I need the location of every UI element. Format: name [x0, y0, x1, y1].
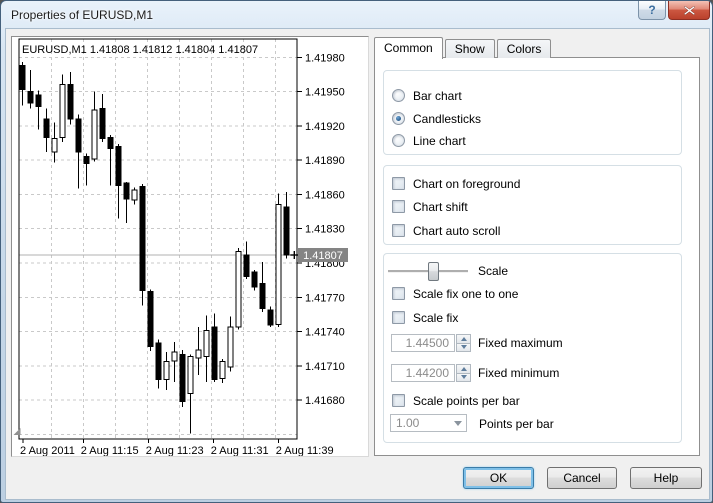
radio-label: Candlesticks [413, 112, 481, 126]
svg-text:2 Aug 11:15: 2 Aug 11:15 [81, 445, 139, 456]
checkbox-label: Scale fix one to one [413, 287, 518, 301]
check-row-scale-points-per-bar[interactable]: Scale points per bar [384, 391, 520, 410]
points-per-bar-combo[interactable]: 1.00 [390, 414, 467, 432]
tab-page-common: Bar chart Candlesticks Line chart Chart … [374, 57, 700, 456]
spin-down-button[interactable] [456, 374, 471, 383]
svg-text:2 Aug 2011: 2 Aug 2011 [20, 445, 75, 456]
checkbox-chart-shift[interactable] [392, 200, 405, 213]
checkbox-label: Scale points per bar [413, 394, 520, 408]
help-titlebar-button[interactable]: ? [638, 1, 666, 20]
spin-down-icon [461, 375, 467, 379]
close-icon [684, 6, 695, 15]
fixed-maximum-spinner[interactable] [456, 334, 471, 352]
check-row-scale-fix-one-to-one[interactable]: Scale fix one to one [384, 284, 518, 303]
spin-up-icon [461, 337, 467, 341]
fixed-maximum-row: 1.44500 [391, 334, 471, 352]
checkbox-scale-points-per-bar[interactable] [392, 394, 405, 407]
svg-text:1.41807: 1.41807 [303, 250, 343, 262]
tab-strip: Common Show Colors [374, 36, 553, 58]
spin-up-icon [461, 367, 467, 371]
checkbox-scale-fix[interactable] [392, 311, 405, 324]
checkbox-chart-on-foreground[interactable] [392, 177, 405, 190]
svg-text:1.41710: 1.41710 [305, 361, 345, 373]
display-options-group: Chart on foreground Chart shift Chart au… [383, 165, 682, 245]
radio-candlesticks[interactable] [392, 112, 405, 125]
fixed-minimum-row: 1.44200 [391, 364, 471, 382]
spin-down-button[interactable] [456, 344, 471, 353]
svg-text:1.41740: 1.41740 [305, 327, 345, 339]
tab-colors[interactable]: Colors [497, 39, 552, 58]
svg-text:2 Aug 11:23: 2 Aug 11:23 [146, 445, 204, 456]
help-button[interactable]: Help [630, 467, 702, 489]
spin-down-icon [461, 345, 467, 349]
radio-bar-chart[interactable] [392, 89, 405, 102]
title-bar[interactable]: Properties of EURUSD,M1 ? [1, 1, 712, 29]
svg-text:1.41920: 1.41920 [305, 121, 345, 133]
fixed-minimum-input[interactable]: 1.44200 [391, 364, 455, 382]
svg-text:EURUSD,M1 1.41808 1.41812 1.41: EURUSD,M1 1.41808 1.41812 1.41804 1.4180… [22, 44, 258, 56]
chart-panel[interactable]: 1.41980 1.41950 1.41920 1.41890 1.41860 1.418… [11, 36, 369, 457]
scale-group: Scale Scale fix one to one Scale fix 1.4… [383, 253, 682, 443]
fixed-maximum-label: Fixed maximum [478, 336, 563, 350]
chart-type-group: Bar chart Candlesticks Line chart [383, 70, 682, 155]
checkbox-label: Chart auto scroll [413, 224, 500, 238]
svg-text:2 Aug 11:39: 2 Aug 11:39 [276, 445, 334, 456]
svg-text:1.41860: 1.41860 [305, 189, 345, 201]
properties-dialog: Properties of EURUSD,M1 ? 1.41980 1.41950… [0, 0, 713, 503]
svg-text:1.41950: 1.41950 [305, 87, 345, 99]
question-mark-icon: ? [648, 3, 655, 17]
svg-text:1.41830: 1.41830 [305, 224, 345, 236]
checkbox-label: Scale fix [413, 311, 458, 325]
tab-show[interactable]: Show [445, 39, 495, 58]
svg-text:1.41680: 1.41680 [305, 395, 345, 407]
dialog-title: Properties of EURUSD,M1 [11, 8, 153, 22]
cancel-button[interactable]: Cancel [547, 467, 617, 489]
svg-text:2 Aug 11:31: 2 Aug 11:31 [211, 445, 269, 456]
spin-up-button[interactable] [456, 334, 471, 344]
svg-text:1.41980: 1.41980 [305, 52, 345, 64]
chevron-down-icon [454, 421, 462, 426]
check-row-scale-fix[interactable]: Scale fix [384, 308, 458, 327]
svg-text:1.41890: 1.41890 [305, 155, 345, 167]
dialog-client-area: 1.41980 1.41950 1.41920 1.41890 1.41860 1.418… [6, 29, 709, 499]
radio-line-chart[interactable] [392, 134, 405, 147]
scale-label: Scale [478, 264, 508, 278]
svg-text:1.41770: 1.41770 [305, 292, 345, 304]
checkbox-scale-fix-one-to-one[interactable] [392, 287, 405, 300]
checkbox-label: Chart shift [413, 200, 468, 214]
close-button[interactable] [668, 1, 710, 20]
check-row-chart-auto-scroll[interactable]: Chart auto scroll [384, 221, 500, 240]
radio-label: Bar chart [413, 89, 462, 103]
check-row-chart-on-foreground[interactable]: Chart on foreground [384, 174, 520, 193]
check-row-chart-shift[interactable]: Chart shift [384, 197, 468, 216]
scale-slider-thumb[interactable] [428, 262, 439, 281]
radio-row-bar-chart[interactable]: Bar chart [384, 86, 462, 105]
combo-dropdown-button[interactable] [450, 415, 466, 431]
fixed-minimum-label: Fixed minimum [478, 366, 559, 380]
points-per-bar-label: Points per bar [479, 417, 554, 431]
fixed-maximum-input[interactable]: 1.44500 [391, 334, 455, 352]
chart-svg-container: 1.41980 1.41950 1.41920 1.41890 1.41860 1.418… [12, 37, 368, 456]
radio-label: Line chart [413, 134, 466, 148]
spin-up-button[interactable] [456, 364, 471, 374]
ok-button[interactable]: OK [463, 467, 534, 489]
radio-row-candlesticks[interactable]: Candlesticks [384, 109, 481, 128]
radio-row-line-chart[interactable]: Line chart [384, 131, 466, 150]
points-per-bar-value: 1.00 [391, 416, 450, 430]
tab-common[interactable]: Common [374, 37, 443, 59]
checkbox-label: Chart on foreground [413, 177, 520, 191]
fixed-minimum-spinner[interactable] [456, 364, 471, 382]
checkbox-chart-auto-scroll[interactable] [392, 224, 405, 237]
